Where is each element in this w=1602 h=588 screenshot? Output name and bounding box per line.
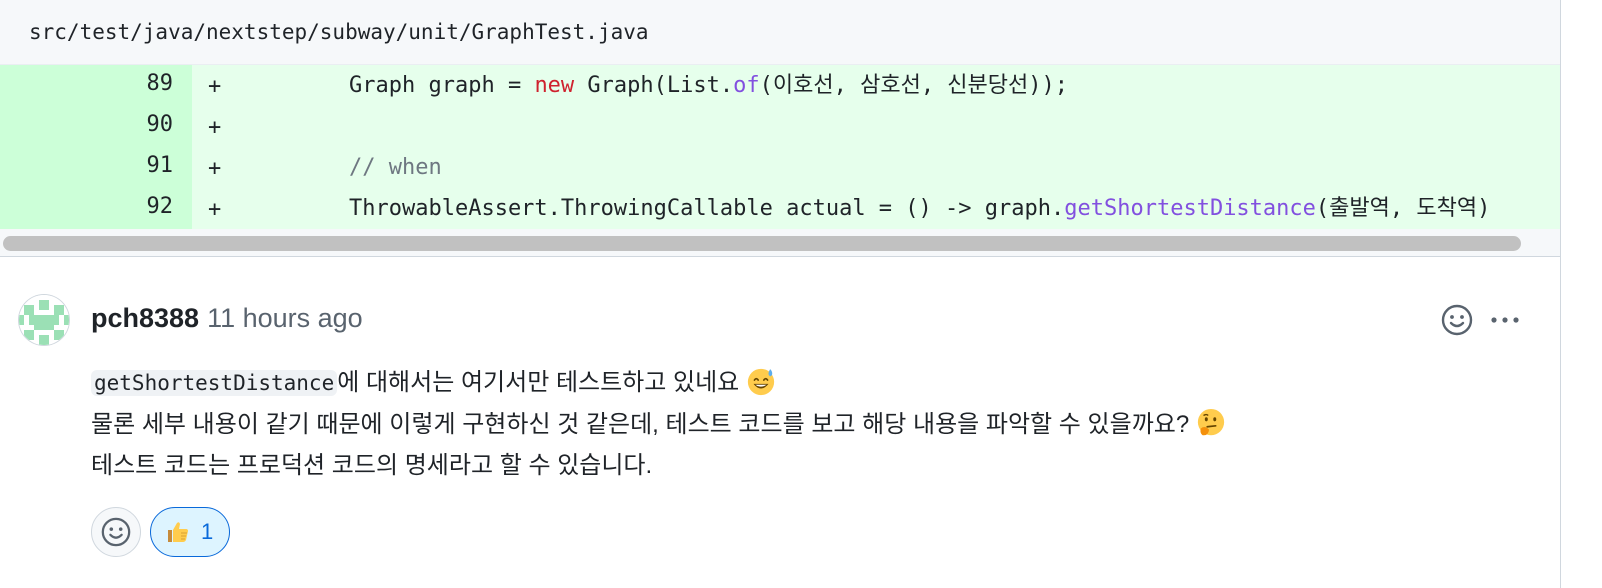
line-number[interactable]: 90 (0, 106, 192, 147)
comment-body: getShortestDistance 에 대해서는 여기서만 테스트하고 있네요… (91, 362, 1226, 486)
code-token: ThrowableAssert.ThrowingCallable actual … (349, 196, 1065, 221)
code-token: Graph(List. (574, 73, 734, 98)
reaction-count: 1 (201, 519, 214, 544)
method-token: getShortestDistance (1064, 196, 1316, 221)
diff-line[interactable]: 89 + Graph graph = new Graph(List.of(이호선… (0, 65, 1560, 106)
comment-timestamp[interactable]: 11 hours ago (207, 303, 363, 333)
diff-line[interactable]: 90 + (0, 106, 1560, 147)
method-token: of (733, 73, 760, 98)
code-content: ThrowableAssert.ThrowingCallable actual … (349, 188, 1490, 230)
file-path[interactable]: src/test/java/nextstep/subway/unit/Graph… (29, 20, 649, 44)
horizontal-scrollbar[interactable] (0, 229, 1560, 257)
add-reaction-button[interactable] (1440, 303, 1474, 337)
avatar[interactable] (19, 295, 69, 345)
line-number[interactable]: 91 (0, 147, 192, 188)
review-comment: pch8388 11 hours ago getShortestDistance… (0, 257, 1560, 587)
comment-author[interactable]: pch8388 (91, 303, 199, 333)
diff-hunk: 89 + Graph graph = new Graph(List.of(이호선… (0, 65, 1560, 229)
code-comment: // when (349, 155, 442, 180)
inline-code: getShortestDistance (91, 370, 338, 396)
add-reaction-button[interactable] (91, 507, 141, 557)
comment-paragraph: 물론 세부 내용이 같기 때문에 이렇게 구현하신 것 같은데, 테스트 코드를… (91, 404, 1226, 445)
comment-paragraph: getShortestDistance 에 대해서는 여기서만 테스트하고 있네요 (91, 362, 1226, 404)
comment-options-button[interactable] (1488, 303, 1522, 337)
line-number[interactable]: 92 (0, 188, 192, 229)
comment-paragraph: 테스트 코드는 프로덕션 코드의 명세라고 할 수 있습니다. (91, 445, 1226, 486)
addition-marker: + (208, 115, 222, 140)
code-token: (이호선, 삼호선, 신분당선)); (759, 73, 1069, 98)
reactions-bar: 1 (91, 507, 231, 557)
pull-request-review-thread: src/test/java/nextstep/subway/unit/Graph… (0, 0, 1561, 588)
addition-marker: + (208, 156, 222, 181)
code-token: Graph graph = (349, 73, 535, 98)
diff-line[interactable]: 92 + ThrowableAssert.ThrowingCallable ac… (0, 188, 1560, 229)
addition-marker: + (208, 74, 222, 99)
thinking-face-emoji-icon (1197, 408, 1225, 436)
code-token: (출발역, 도착역) (1315, 196, 1491, 221)
thumbs-up-icon (168, 522, 188, 542)
comment-text: 에 대해서는 여기서만 테스트하고 있네요 (337, 369, 740, 396)
keyword-token: new (534, 73, 575, 98)
thumbs-up-reaction[interactable]: 1 (150, 507, 231, 557)
comment-header: pch8388 11 hours ago (91, 303, 363, 334)
identicon-icon (19, 295, 69, 345)
smiley-icon (1441, 304, 1473, 336)
scrollbar-thumb[interactable] (3, 236, 1521, 251)
comment-text: 물론 세부 내용이 같기 때문에 이렇게 구현하신 것 같은데, 테스트 코드를… (91, 411, 1190, 438)
comment-text: 테스트 코드는 프로덕션 코드의 명세라고 할 수 있습니다. (91, 452, 653, 479)
line-number[interactable]: 89 (0, 65, 192, 106)
file-path-header[interactable]: src/test/java/nextstep/subway/unit/Graph… (0, 0, 1560, 65)
kebab-horizontal-icon (1491, 317, 1519, 323)
comment-actions (1440, 303, 1522, 337)
diff-line[interactable]: 91 + // when (0, 147, 1560, 188)
addition-marker: + (208, 197, 222, 222)
grinning-sweat-emoji-icon (747, 368, 775, 396)
smiley-icon (101, 517, 131, 547)
code-content: Graph graph = new Graph(List.of(이호선, 삼호선… (349, 65, 1068, 107)
